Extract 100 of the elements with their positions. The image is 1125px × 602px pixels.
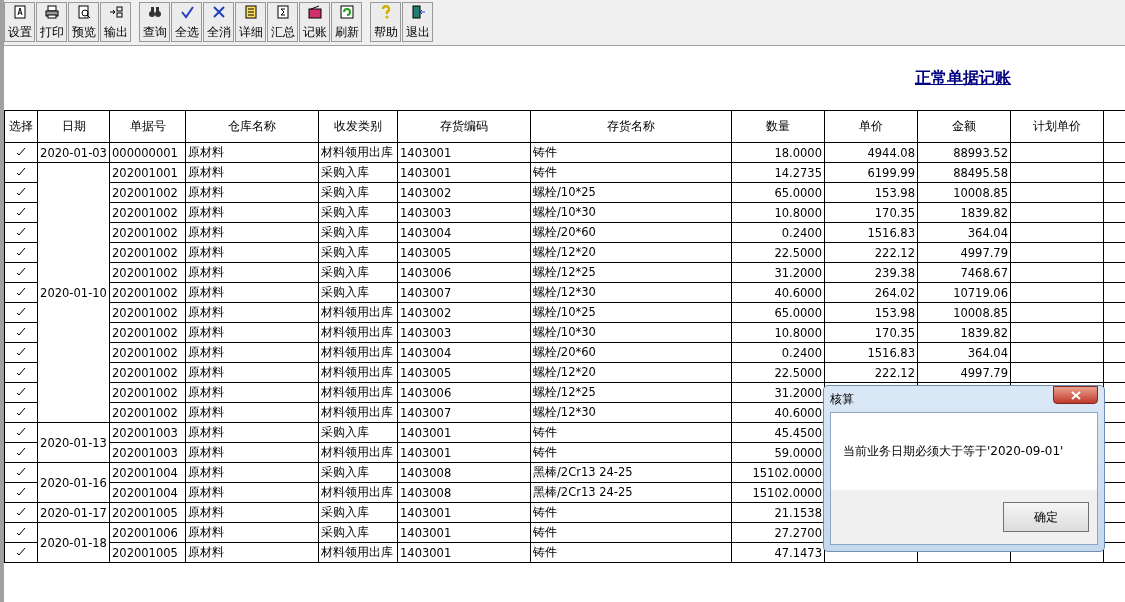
table-cell: 采购入库 [318,282,398,303]
select-cell[interactable] [4,202,38,223]
table-cell: 202001002 [109,202,186,223]
table-cell: 22.5000 [731,362,825,383]
select-cell[interactable] [4,522,38,543]
column-header[interactable]: 收发类别 [318,110,398,143]
toolbar-button[interactable]: 帮助 [370,2,401,42]
date-cell: 2020-01-17 [37,502,110,523]
table-cell: 材料领用出库 [318,342,398,363]
toolbar-button[interactable]: 输出 [100,2,131,42]
table-cell: 202001005 [109,542,186,563]
toolbar-button[interactable]: 打印 [36,2,67,42]
close-button[interactable] [1053,386,1098,404]
select-cell[interactable] [4,222,38,243]
select-cell[interactable] [4,302,38,323]
select-cell[interactable] [4,422,38,443]
toolbar-button[interactable]: 全消 [203,2,234,42]
table-cell: 1403001 [397,502,531,523]
table-cell: 螺栓/20*60 [530,342,732,363]
table-cell: 铸件 [530,542,732,563]
table-cell: 1403002 [397,182,531,203]
binoculars-icon [146,4,163,20]
table-cell: 222.12 [824,242,918,263]
toolbar-button[interactable]: 全选 [171,2,202,42]
select-cell[interactable] [4,442,38,463]
toolbar-button[interactable]: 查询 [139,2,170,42]
toolbar-button[interactable]: 设置 [4,2,35,42]
select-cell[interactable] [4,142,38,163]
select-cell[interactable] [4,162,38,183]
table-cell: 202001002 [109,362,186,383]
table-cell: 螺栓/10*25 [530,182,732,203]
dialog-message: 当前业务日期必须大于等于'2020-09-01' [843,443,1064,460]
table-cell: 202001002 [109,322,186,343]
select-cell[interactable] [4,402,38,423]
table-cell: 202001002 [109,262,186,283]
select-cell[interactable] [4,482,38,503]
table-cell: 10008.85 [917,182,1011,203]
column-header[interactable]: 存货编码 [397,110,531,143]
table-cell: 原材料 [185,242,319,263]
toolbar-button[interactable]: 详细 [235,2,266,42]
table-cell: 1403001 [397,522,531,543]
column-header[interactable]: 存货名称 [530,110,732,143]
toolbar-button[interactable]: 刷新 [331,2,362,42]
table-cell: 原材料 [185,202,319,223]
table-cell: 采购入库 [318,162,398,183]
select-cell[interactable] [4,502,38,523]
close-icon [1070,390,1081,400]
table-cell: 材料领用出库 [318,362,398,383]
table-cell: 原材料 [185,142,319,163]
select-cell[interactable] [4,342,38,363]
table-cell: 0.2400 [731,342,825,363]
toolbar-button[interactable]: 预览 [68,2,99,42]
table-cell: 153.98 [824,302,918,323]
toolbar-button[interactable]: 记账 [299,2,330,42]
table-cell: 原材料 [185,222,319,243]
table-cell: 1839.82 [917,202,1011,223]
table-cell: 采购入库 [318,222,398,243]
date-cell: 2020-01-16 [37,462,110,503]
table-cell: 170.35 [824,202,918,223]
toolbar-button[interactable]: 汇总 [267,2,298,42]
select-cell[interactable] [4,262,38,283]
table-cell: 202001001 [109,162,186,183]
select-cell[interactable] [4,542,38,563]
column-header[interactable]: 单据号 [109,110,186,143]
column-header[interactable]: 选择 [4,110,38,143]
select-cell[interactable] [4,462,38,483]
table-cell: 6199.99 [824,162,918,183]
exit-door-icon [409,4,426,20]
column-header[interactable]: 金额 [917,110,1011,143]
select-cell[interactable] [4,282,38,303]
column-header[interactable]: 仓库名称 [185,110,319,143]
table-cell: 采购入库 [318,242,398,263]
table-cell: 364.04 [917,222,1011,243]
select-cell[interactable] [4,382,38,403]
cross-icon [210,4,227,20]
table-cell: 采购入库 [318,182,398,203]
column-header[interactable]: 单价 [824,110,918,143]
table-cell: 1516.83 [824,342,918,363]
toolbar-button[interactable]: 退出 [402,2,433,42]
table-cell: 153.98 [824,182,918,203]
table-cell: 88993.52 [917,142,1011,163]
table-cell: 364.04 [917,342,1011,363]
table-cell: 铸件 [530,522,732,543]
ok-button[interactable]: 确定 [1003,502,1089,532]
select-cell[interactable] [4,182,38,203]
column-header[interactable]: 计划单价 [1010,110,1104,143]
table-cell: 1403007 [397,402,531,423]
table-cell: 原材料 [185,482,319,503]
select-cell[interactable] [4,242,38,263]
column-header[interactable]: 数量 [731,110,825,143]
column-header[interactable]: 日期 [37,110,110,143]
select-cell[interactable] [4,362,38,383]
table-cell: 40.6000 [731,282,825,303]
table-cell: 螺栓/10*30 [530,322,732,343]
table-cell: 采购入库 [318,462,398,483]
table-cell: 1403004 [397,222,531,243]
table-cell: 31.2000 [731,262,825,283]
table-cell: 1403004 [397,342,531,363]
select-cell[interactable] [4,322,38,343]
date-cell: 2020-01-13 [37,422,110,463]
